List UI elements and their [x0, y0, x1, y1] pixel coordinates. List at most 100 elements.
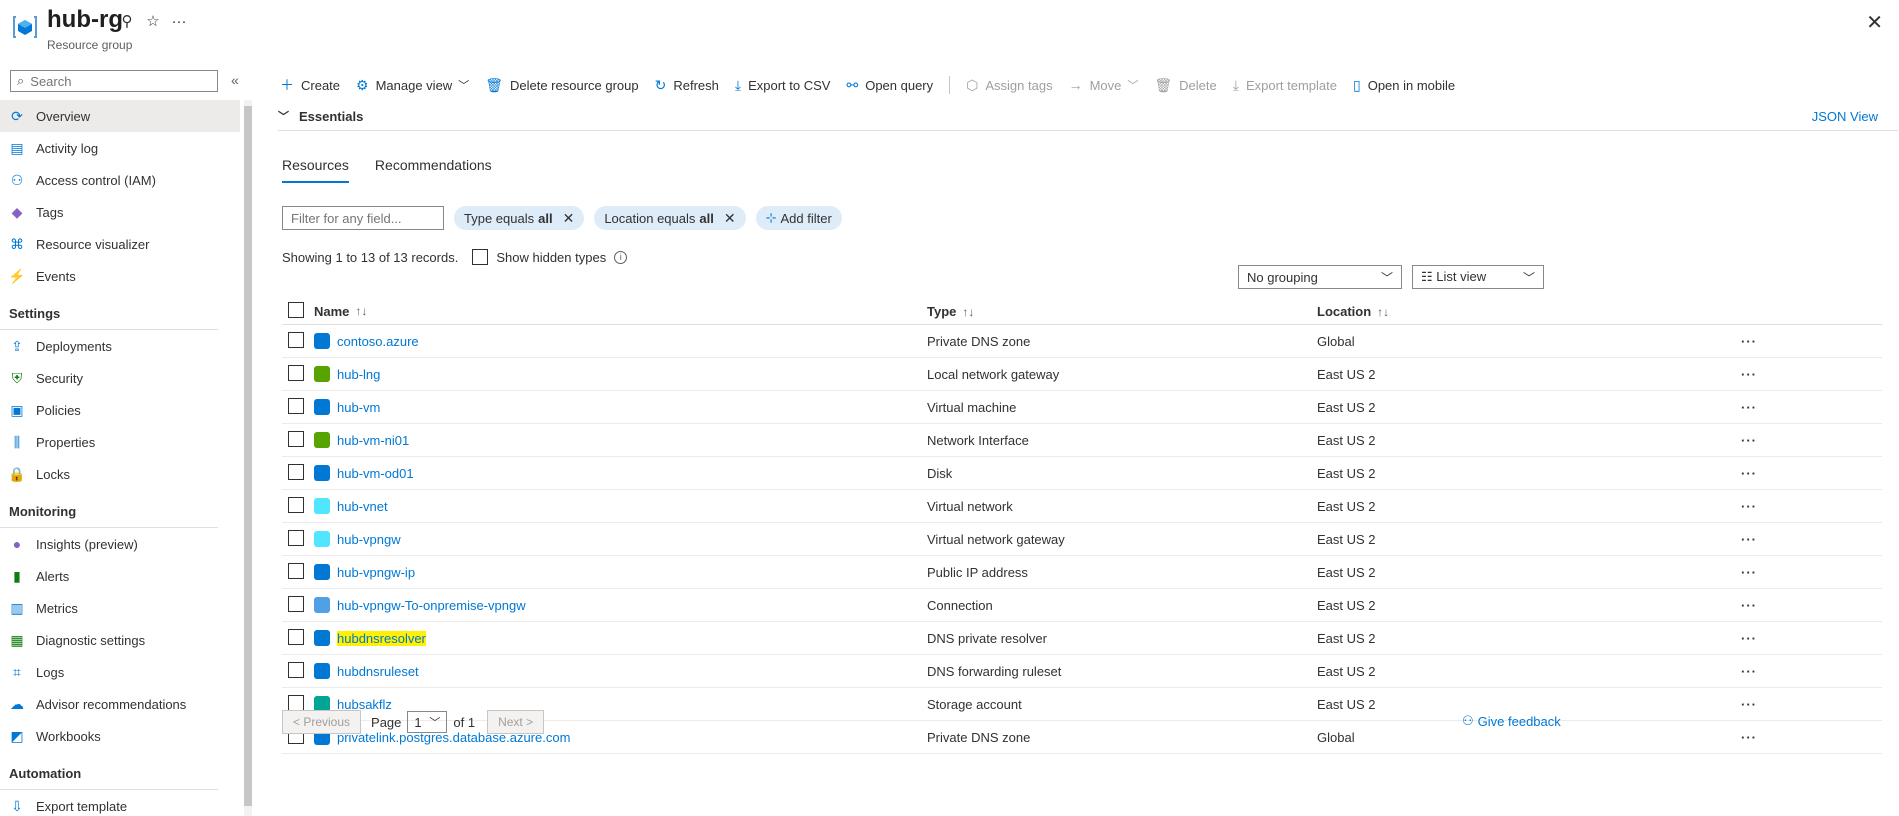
table-row[interactable]: hub-vpngw Virtual network gateway East US … [282, 523, 1882, 556]
sidebar-item-deployments[interactable]: ⇪ Deployments [0, 330, 240, 362]
sidebar-item-events[interactable]: ⚡ Events [0, 260, 240, 292]
collapse-menu-icon[interactable]: « [231, 72, 239, 88]
menu-scrollbar-thumb[interactable] [244, 106, 252, 806]
resource-name-link[interactable]: hub-vpngw [337, 532, 401, 547]
select-all-checkbox[interactable] [288, 301, 304, 318]
type-filter-pill[interactable]: Type equals all ✕ [454, 206, 585, 230]
table-row[interactable]: contoso.azure Private DNS zone Global ··· [282, 325, 1882, 358]
table-row[interactable]: hub-vm-od01 Disk East US 2 ··· [282, 457, 1882, 490]
row-more-options-icon[interactable]: ··· [1697, 730, 1757, 745]
delete-button[interactable]: 🗑 Delete [1154, 77, 1216, 94]
table-row[interactable]: hub-vm Virtual machine East US 2 ··· [282, 391, 1882, 424]
table-row[interactable]: hub-lng Local network gateway East US 2 ··· [282, 358, 1882, 391]
refresh-button[interactable]: ↻ Refresh [655, 77, 719, 94]
filter-input[interactable] [282, 206, 444, 230]
remove-filter-icon[interactable]: ✕ [724, 210, 736, 227]
row-checkbox[interactable] [288, 694, 304, 711]
row-checkbox[interactable] [288, 628, 304, 645]
resource-name-link[interactable]: hubdnsresolver [337, 630, 426, 646]
grouping-dropdown[interactable]: No grouping ﹀ [1238, 265, 1402, 289]
add-filter-button[interactable]: ⊹ Add filter [755, 206, 842, 230]
sidebar-item-workbooks[interactable]: ◩ Workbooks [0, 720, 240, 752]
sidebar-item-insights-preview[interactable]: ● Insights (preview) [0, 528, 240, 560]
view-dropdown[interactable]: ☷ List view ﹀ [1412, 265, 1544, 289]
menu-search-box[interactable]: ⌕ [10, 70, 218, 92]
row-checkbox[interactable] [288, 595, 304, 612]
name-column-header[interactable]: Name ↑↓ [314, 304, 927, 319]
remove-filter-icon[interactable]: ✕ [563, 210, 575, 227]
row-more-options-icon[interactable]: ··· [1697, 400, 1757, 415]
location-filter-pill[interactable]: Location equals all ✕ [594, 206, 746, 230]
row-checkbox[interactable] [288, 397, 304, 414]
sidebar-item-logs[interactable]: ⌗ Logs [0, 656, 240, 688]
sidebar-item-tags[interactable]: ◆ Tags [0, 196, 240, 228]
type-column-header[interactable]: Type ↑↓ [927, 304, 1317, 319]
row-more-options-icon[interactable]: ··· [1697, 598, 1757, 613]
table-row[interactable]: hub-vpngw-To-onpremise-vpngw Connection Ea… [282, 589, 1882, 622]
sort-icon[interactable]: ↑↓ [962, 305, 974, 319]
sidebar-item-properties[interactable]: ⫼ Properties [0, 426, 240, 458]
resource-name-link[interactable]: hub-vm-od01 [337, 466, 414, 481]
row-checkbox[interactable] [288, 496, 304, 513]
export-csv-button[interactable]: ⤓ Export to CSV [735, 77, 831, 94]
essentials-toggle[interactable]: ﹀ Essentials JSON View [278, 102, 1898, 131]
next-page-button[interactable]: Next > [487, 710, 545, 734]
sidebar-item-advisor-recommendations[interactable]: ☁ Advisor recommendations [0, 688, 240, 720]
row-more-options-icon[interactable]: ··· [1697, 499, 1757, 514]
sidebar-item-metrics[interactable]: ▥ Metrics [0, 592, 240, 624]
row-more-options-icon[interactable]: ··· [1697, 565, 1757, 580]
resource-name-link[interactable]: hub-vm [337, 400, 380, 415]
open-query-button[interactable]: ⚯ Open query [846, 77, 933, 94]
row-more-options-icon[interactable]: ··· [1697, 466, 1757, 481]
resource-name-link[interactable]: contoso.azure [337, 334, 419, 349]
row-checkbox[interactable] [288, 430, 304, 447]
sort-icon[interactable]: ↑↓ [1377, 305, 1389, 319]
sidebar-item-security[interactable]: ⛨ Security [0, 362, 240, 394]
row-more-options-icon[interactable]: ··· [1697, 664, 1757, 679]
menu-scrollbar[interactable] [244, 100, 252, 816]
sidebar-item-access-control-iam[interactable]: ⚇ Access control (IAM) [0, 164, 240, 196]
sidebar-item-policies[interactable]: ▣ Policies [0, 394, 240, 426]
table-row[interactable]: hub-vnet Virtual network East US 2 ··· [282, 490, 1882, 523]
more-options-icon[interactable]: ··· [168, 10, 190, 32]
sidebar-item-alerts[interactable]: ▮ Alerts [0, 560, 240, 592]
row-checkbox[interactable] [288, 364, 304, 381]
sidebar-item-resource-visualizer[interactable]: ⌘ Resource visualizer [0, 228, 240, 260]
close-icon[interactable]: ✕ [1866, 10, 1883, 35]
table-row[interactable]: hubdnsruleset DNS forwarding ruleset East … [282, 655, 1882, 688]
create-button[interactable]: ＋ Create [280, 75, 340, 95]
assign-tags-button[interactable]: ⬡ Assign tags [966, 77, 1052, 94]
move-button[interactable]: → Move ﹀ [1069, 77, 1139, 93]
json-view-link[interactable]: JSON View [1812, 109, 1878, 124]
resource-name-link[interactable]: hub-vm-ni01 [337, 433, 409, 448]
sort-icon[interactable]: ↑↓ [355, 304, 367, 318]
export-template-button[interactable]: ⤓ Export template [1233, 77, 1337, 94]
show-hidden-types-checkbox[interactable] [472, 249, 489, 265]
row-more-options-icon[interactable]: ··· [1697, 334, 1757, 349]
row-more-options-icon[interactable]: ··· [1697, 367, 1757, 382]
info-icon[interactable]: i [614, 250, 628, 264]
row-more-options-icon[interactable]: ··· [1697, 697, 1757, 712]
row-more-options-icon[interactable]: ··· [1697, 433, 1757, 448]
page-select[interactable]: 1 ﹀ [407, 711, 448, 733]
sidebar-item-overview[interactable]: ⟳ Overview [0, 100, 240, 132]
open-in-mobile-button[interactable]: ▯ Open in mobile [1353, 77, 1455, 94]
menu-search-input[interactable] [28, 72, 203, 90]
pin-icon[interactable]: ⚲ [116, 10, 138, 32]
delete-resource-group-button[interactable]: 🗑 Delete resource group [485, 77, 638, 94]
resource-name-link[interactable]: hub-vpngw-To-onpremise-vpngw [337, 598, 526, 613]
resource-name-link[interactable]: hub-lng [337, 367, 380, 382]
resource-name-link[interactable]: hub-vpngw-ip [337, 565, 415, 580]
resource-name-link[interactable]: hub-vnet [337, 499, 388, 514]
row-checkbox[interactable] [288, 463, 304, 480]
tab-recommendations[interactable]: Recommendations [375, 157, 492, 183]
table-row[interactable]: hub-vpngw-ip Public IP address East US 2 ··… [282, 556, 1882, 589]
sidebar-item-locks[interactable]: 🔒 Locks [0, 458, 240, 490]
table-row[interactable]: hub-vm-ni01 Network Interface East US 2 ··· [282, 424, 1882, 457]
location-column-header[interactable]: Location ↑↓ [1317, 304, 1697, 319]
row-checkbox[interactable] [288, 529, 304, 546]
row-checkbox[interactable] [288, 331, 304, 348]
tab-resources[interactable]: Resources [282, 157, 349, 183]
give-feedback-link[interactable]: ⚇ Give feedback [1462, 713, 1561, 729]
row-checkbox[interactable] [288, 661, 304, 678]
